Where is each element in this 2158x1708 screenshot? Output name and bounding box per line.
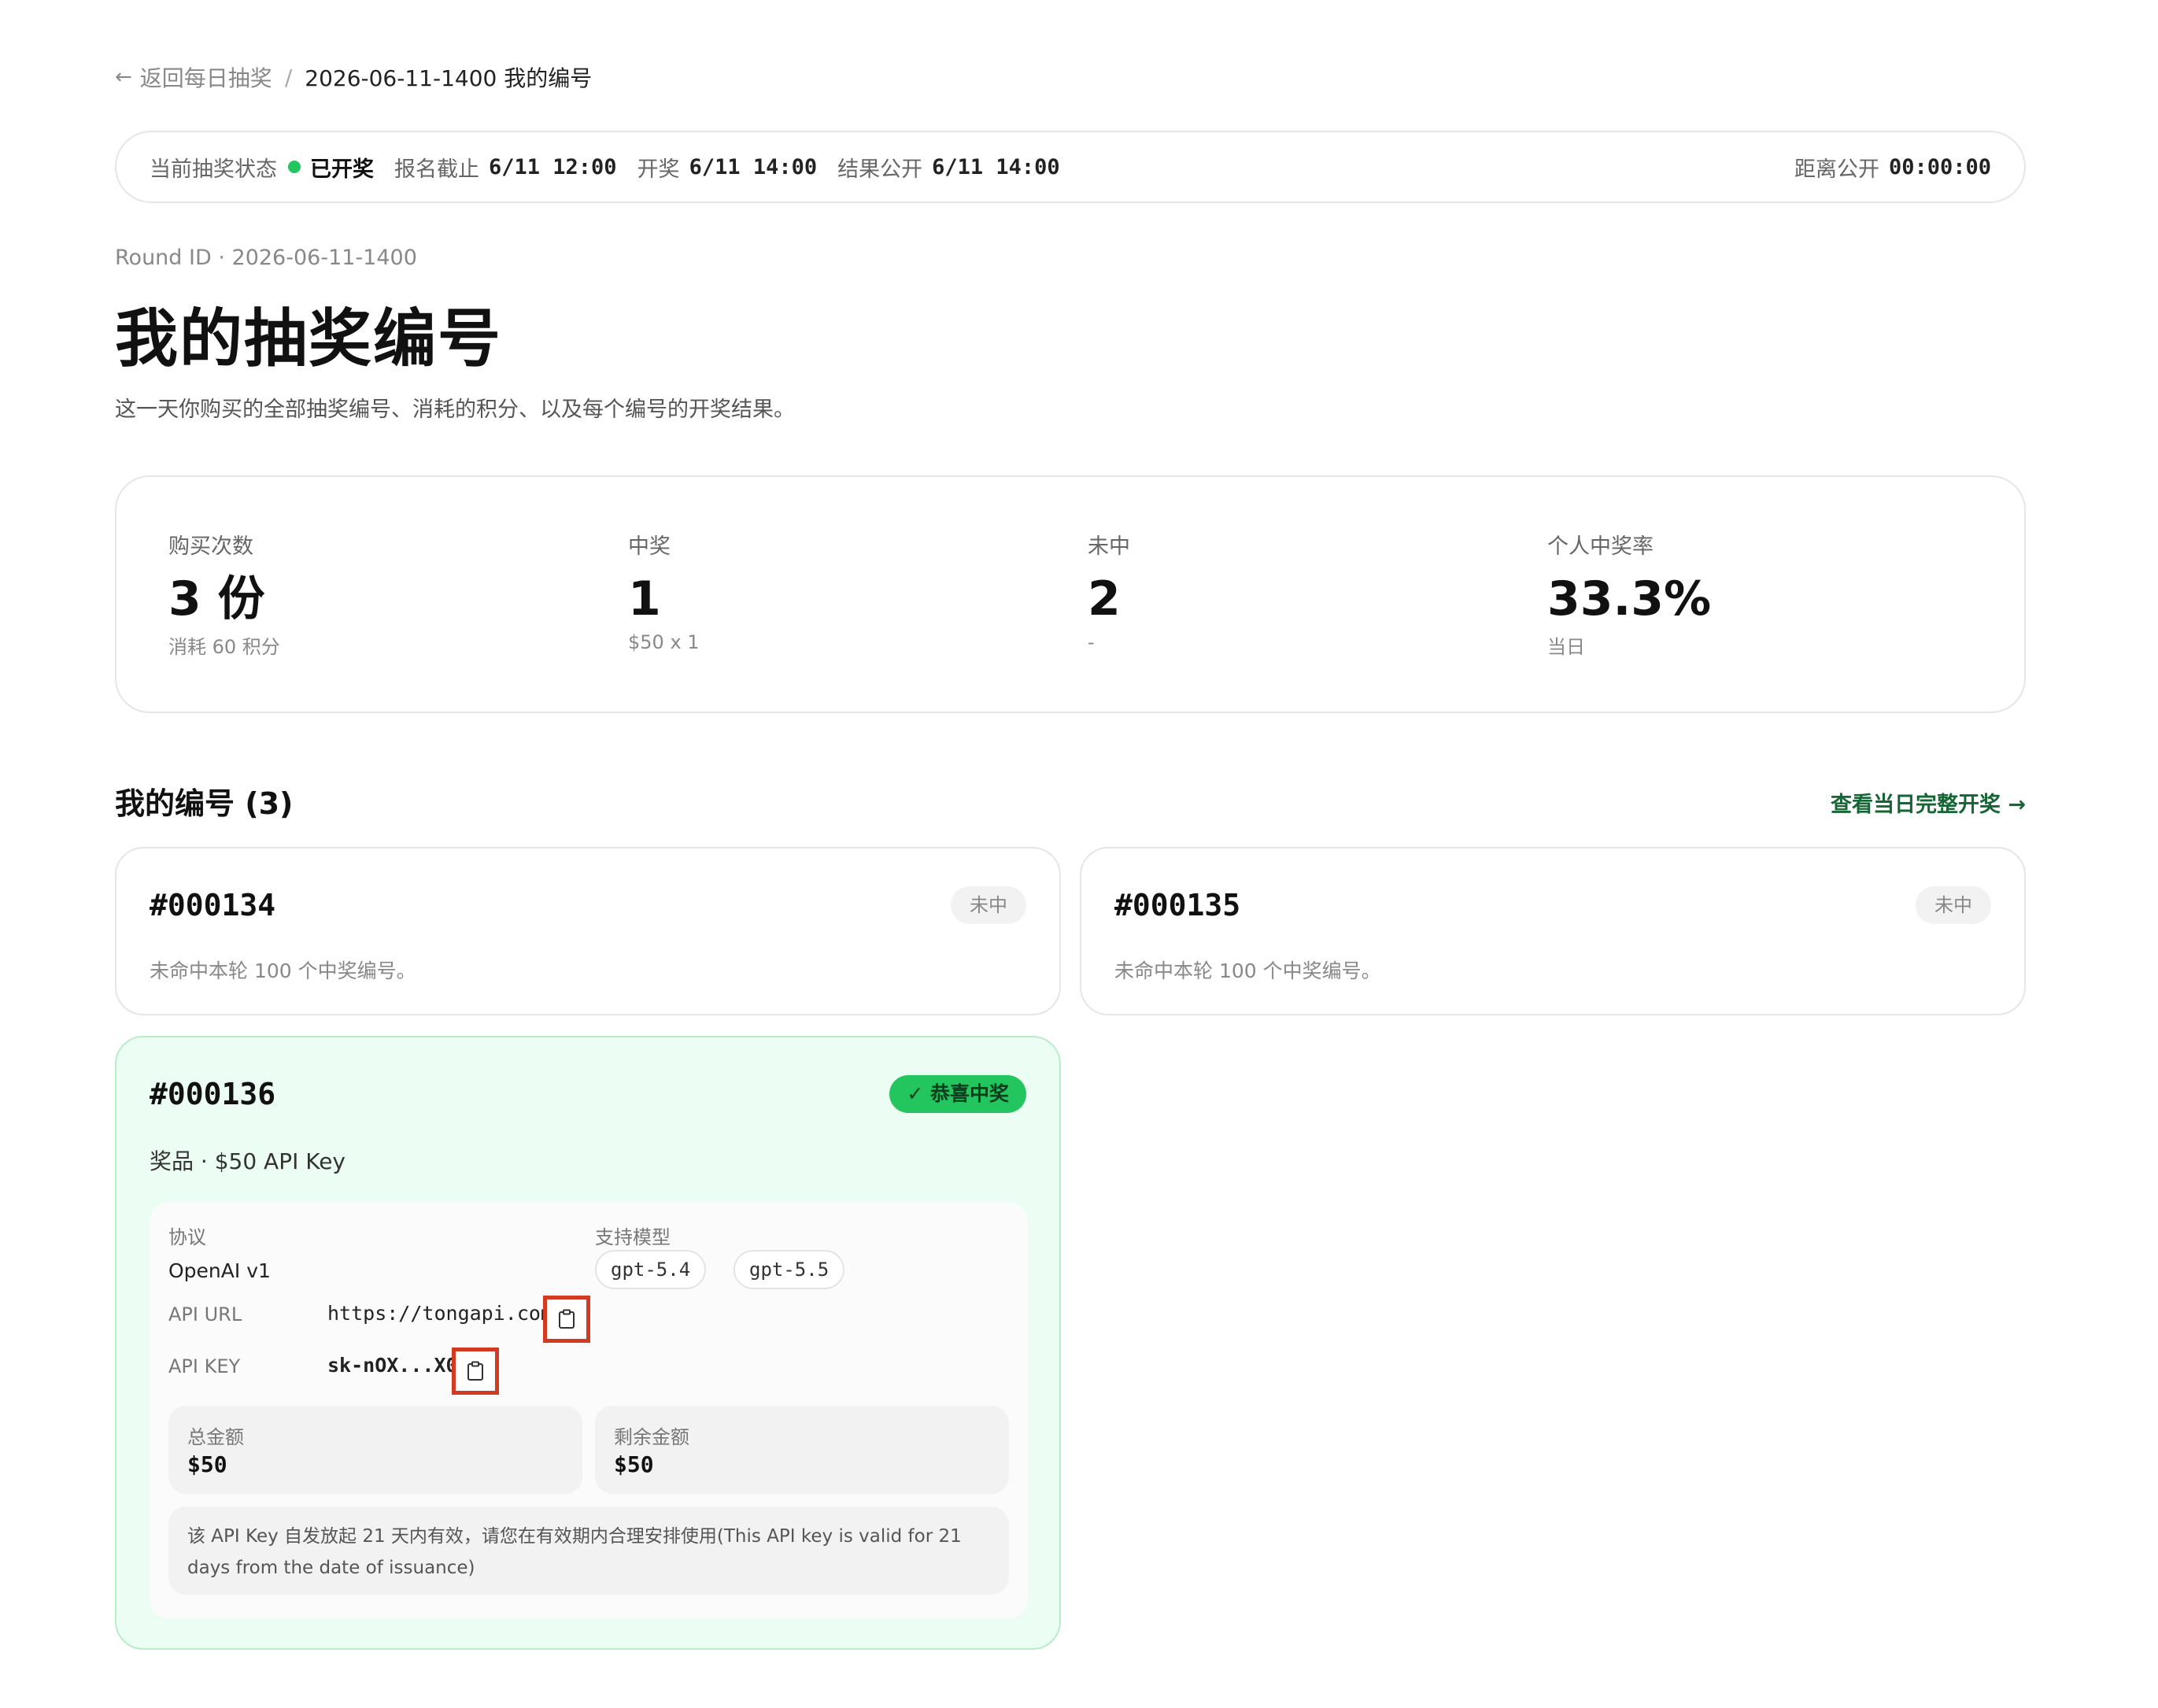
total-label: 总金额 — [187, 1426, 244, 1448]
page-subtitle: 这一天你购买的全部抽奖编号、消耗的积分、以及每个编号的开奖结果。 — [115, 397, 795, 422]
status-bar: 当前抽奖状态 已开奖 报名截止 6/11 12:00 开奖 6/11 14:00… — [115, 131, 2026, 203]
arrow-left-icon: ← — [115, 65, 132, 89]
ticket-number: #000136 — [150, 1077, 276, 1111]
api-url-label: API URL — [168, 1303, 242, 1325]
status-badge: 未中 — [1916, 886, 1991, 924]
winner-badge: ✓ 恭喜中奖 — [889, 1075, 1026, 1113]
ticket-card: #000135 未中 未命中本轮 100 个中奖编号。 — [1080, 847, 2026, 1015]
signup-value: 6/11 12:00 — [489, 154, 617, 179]
round-id: Round ID · 2026-06-11-1400 — [115, 246, 417, 270]
api-key-value: sk-nOX...X0 — [327, 1354, 458, 1377]
ticket-description: 未命中本轮 100 个中奖编号。 — [1114, 959, 1381, 982]
stat-note: 消耗 60 积分 — [168, 636, 280, 658]
stat-note: - — [1088, 631, 1095, 653]
protocol-label: 协议 — [168, 1226, 206, 1248]
stat-wins: 中奖 1 $50 x 1 — [628, 529, 1022, 653]
ticket-number: #000134 — [150, 888, 276, 922]
api-key-details: 协议 OpenAI v1 支持模型 gpt-5.4 gpt-5.5 API UR… — [150, 1203, 1028, 1618]
remaining-amount-box: 剩余金额 $50 — [595, 1406, 1009, 1494]
back-link-label: 返回每日抽奖 — [139, 65, 272, 91]
copy-api-key-button[interactable] — [452, 1348, 499, 1395]
stat-value: 1 — [628, 571, 661, 627]
api-key-label: API KEY — [168, 1355, 241, 1377]
stat-value: 2 — [1088, 571, 1121, 627]
check-icon: ✓ — [907, 1082, 924, 1105]
stat-label: 购买次数 — [168, 534, 253, 559]
ticket-description: 未命中本轮 100 个中奖编号。 — [150, 959, 416, 982]
remaining-label: 剩余金额 — [614, 1426, 689, 1448]
publish-label: 结果公开 — [837, 157, 923, 182]
model-chip: gpt-5.4 — [595, 1250, 707, 1289]
stat-label: 中奖 — [628, 534, 671, 559]
clipboard-icon — [559, 1309, 575, 1329]
breadcrumb-current: 2026-06-11-1400 我的编号 — [305, 65, 593, 91]
stat-win-rate: 个人中奖率 33.3% 当日 — [1547, 529, 1941, 659]
total-value: $50 — [187, 1451, 227, 1477]
page-title: 我的抽奖编号 — [115, 302, 502, 375]
countdown-label: 距离公开 — [1794, 157, 1879, 182]
back-link[interactable]: ← 返回每日抽奖 — [115, 61, 272, 93]
stat-value: 3 份 — [168, 571, 265, 627]
stat-note: $50 x 1 — [628, 631, 700, 653]
model-chip: gpt-5.5 — [733, 1250, 845, 1289]
validity-notice: 该 API Key 自发放起 21 天内有效，请您在有效期内合理安排使用(Thi… — [168, 1507, 1009, 1595]
remaining-value: $50 — [614, 1451, 654, 1477]
ticket-number: #000135 — [1114, 888, 1241, 922]
prize-label: 奖品 · $50 API Key — [150, 1148, 346, 1174]
draw-value: 6/11 14:00 — [689, 154, 818, 179]
signup-label: 报名截止 — [394, 157, 479, 182]
breadcrumb: ← 返回每日抽奖 / 2026-06-11-1400 我的编号 — [115, 61, 592, 93]
api-url-value: https://tongapi.com — [327, 1302, 552, 1325]
stat-value: 33.3% — [1547, 571, 1712, 627]
stat-label: 个人中奖率 — [1547, 534, 1654, 559]
breadcrumb-separator: / — [284, 64, 293, 91]
draw-label: 开奖 — [637, 157, 680, 182]
ticket-card: #000134 未中 未命中本轮 100 个中奖编号。 — [115, 847, 1061, 1015]
publish-value: 6/11 14:00 — [932, 154, 1060, 179]
view-full-draw-link[interactable]: 查看当日完整开奖 → — [1831, 787, 2026, 818]
ticket-card-winner: #000136 ✓ 恭喜中奖 奖品 · $50 API Key 协议 OpenA… — [115, 1036, 1061, 1650]
stat-losses: 未中 2 - — [1088, 529, 1481, 653]
state-value: 已开奖 — [310, 157, 374, 182]
stat-label: 未中 — [1088, 534, 1130, 559]
state-label: 当前抽奖状态 — [150, 157, 277, 182]
section-title: 我的编号 (3) — [115, 786, 294, 821]
total-amount-box: 总金额 $50 — [168, 1406, 582, 1494]
status-dot-icon — [288, 161, 301, 173]
copy-api-url-button[interactable] — [543, 1296, 590, 1343]
stat-note: 当日 — [1547, 636, 1585, 658]
stats-panel: 购买次数 3 份 消耗 60 积分 中奖 1 $50 x 1 未中 2 - 个人… — [115, 475, 2026, 713]
stat-purchases: 购买次数 3 份 消耗 60 积分 — [168, 529, 562, 659]
countdown-value: 00:00:00 — [1888, 154, 1991, 179]
protocol-value: OpenAI v1 — [168, 1259, 271, 1282]
winner-badge-label: 恭喜中奖 — [929, 1082, 1009, 1105]
clipboard-icon — [467, 1361, 483, 1381]
status-badge: 未中 — [951, 886, 1026, 924]
models-label: 支持模型 — [595, 1226, 671, 1248]
